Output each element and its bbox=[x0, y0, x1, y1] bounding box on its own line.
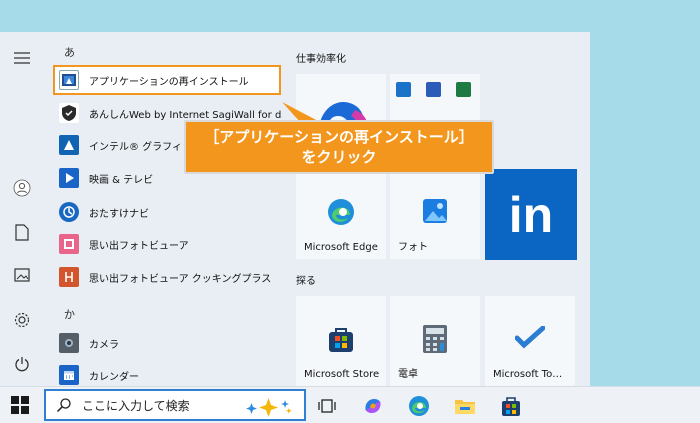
excel-icon bbox=[456, 82, 471, 97]
app-item-cooking-plus[interactable]: 思い出フォトビューア クッキングプラス bbox=[54, 262, 282, 292]
todo-check-icon bbox=[515, 326, 545, 350]
movies-tv-icon bbox=[59, 168, 79, 188]
tile-label: フォト bbox=[398, 242, 428, 253]
edge-taskbar-icon[interactable] bbox=[408, 395, 430, 417]
otasuke-navi-icon bbox=[59, 202, 79, 222]
callout-line-2: をクリック bbox=[301, 148, 377, 166]
reinstall-app-icon bbox=[59, 70, 79, 90]
user-account-icon[interactable] bbox=[12, 178, 32, 198]
edge-icon bbox=[326, 197, 356, 227]
app-item-otasuke-navi[interactable]: おたすけナビ bbox=[54, 197, 282, 227]
group-title-productivity[interactable]: 仕事効率化 bbox=[296, 50, 346, 65]
app-item-reinstall[interactable]: アプリケーションの再インストール bbox=[54, 65, 282, 95]
windows-start-icon[interactable] bbox=[10, 395, 30, 415]
tile-microsoft-store[interactable]: Microsoft Store bbox=[296, 296, 386, 386]
sagiwall-icon bbox=[59, 103, 79, 123]
group-title-explore[interactable]: 探る bbox=[296, 272, 316, 287]
tiles-area: 仕事効率化 Microsoft Edge フォト in 探る Microsoft… bbox=[290, 32, 590, 386]
tile-microsoft-edge[interactable]: Microsoft Edge bbox=[296, 169, 386, 259]
tile-label: Microsoft Edge bbox=[304, 242, 378, 253]
photos-icon bbox=[421, 197, 449, 225]
hamburger-menu-icon[interactable] bbox=[12, 48, 32, 68]
store-icon bbox=[326, 324, 356, 354]
tile-label: Microsoft To… bbox=[493, 369, 563, 380]
app-label: 思い出フォトビューア クッキングプラス bbox=[89, 273, 272, 285]
tile-photos[interactable]: フォト bbox=[390, 169, 480, 259]
outlook-icon bbox=[396, 82, 411, 97]
start-rail bbox=[0, 32, 44, 386]
camera-icon bbox=[59, 333, 79, 353]
calculator-icon bbox=[422, 324, 448, 354]
copilot-icon[interactable] bbox=[362, 395, 384, 417]
tile-label: 電卓 bbox=[398, 369, 418, 380]
photo-viewer-icon bbox=[59, 234, 79, 254]
taskbar: ここに入力して検索 bbox=[0, 386, 700, 423]
app-label: カメラ bbox=[89, 339, 119, 351]
pictures-icon[interactable] bbox=[12, 265, 32, 285]
tile-linkedin[interactable]: in bbox=[485, 169, 577, 260]
documents-icon[interactable] bbox=[12, 222, 32, 242]
app-list: あ アプリケーションの再インストール あんしんWeb by Internet S… bbox=[50, 32, 290, 386]
sparkle-icon bbox=[246, 398, 292, 417]
app-label: おたすけナビ bbox=[89, 208, 149, 220]
word-icon bbox=[426, 82, 441, 97]
file-explorer-icon[interactable] bbox=[454, 395, 476, 417]
section-header-ka[interactable]: か bbox=[64, 306, 75, 322]
search-placeholder: ここに入力して検索 bbox=[82, 398, 190, 413]
settings-gear-icon[interactable] bbox=[12, 310, 32, 330]
store-taskbar-icon[interactable] bbox=[500, 395, 522, 417]
start-menu: あ アプリケーションの再インストール あんしんWeb by Internet S… bbox=[0, 32, 590, 386]
calendar-icon bbox=[59, 365, 79, 385]
instruction-callout: ［アプリケーションの再インストール］ をクリック bbox=[184, 120, 494, 174]
app-label: 思い出フォトビューア bbox=[89, 240, 189, 252]
task-view-icon[interactable] bbox=[316, 395, 338, 417]
callout-line-1: ［アプリケーションの再インストール］ bbox=[204, 128, 474, 146]
linkedin-logo-icon: in bbox=[508, 186, 554, 243]
section-header-a[interactable]: あ bbox=[64, 44, 75, 60]
tile-calculator[interactable]: 電卓 bbox=[390, 296, 480, 386]
power-icon[interactable] bbox=[12, 354, 32, 374]
intel-graphics-icon bbox=[59, 135, 79, 155]
app-item-camera[interactable]: カメラ bbox=[54, 328, 282, 358]
app-item-photo-viewer[interactable]: 思い出フォトビューア bbox=[54, 229, 282, 259]
app-item-calendar[interactable]: カレンダー bbox=[54, 360, 282, 386]
search-icon bbox=[56, 398, 71, 413]
tile-microsoft-todo[interactable]: Microsoft To… bbox=[485, 296, 575, 386]
cooking-plus-icon bbox=[59, 267, 79, 287]
app-label: あんしんWeb by Internet SagiWall for d… bbox=[89, 109, 282, 121]
app-label: 映画 & テレビ bbox=[89, 174, 154, 186]
taskbar-search-box[interactable]: ここに入力して検索 bbox=[44, 389, 306, 421]
tile-label: Microsoft Store bbox=[304, 369, 380, 380]
app-label: カレンダー bbox=[89, 371, 139, 383]
app-label: アプリケーションの再インストール bbox=[89, 76, 249, 88]
